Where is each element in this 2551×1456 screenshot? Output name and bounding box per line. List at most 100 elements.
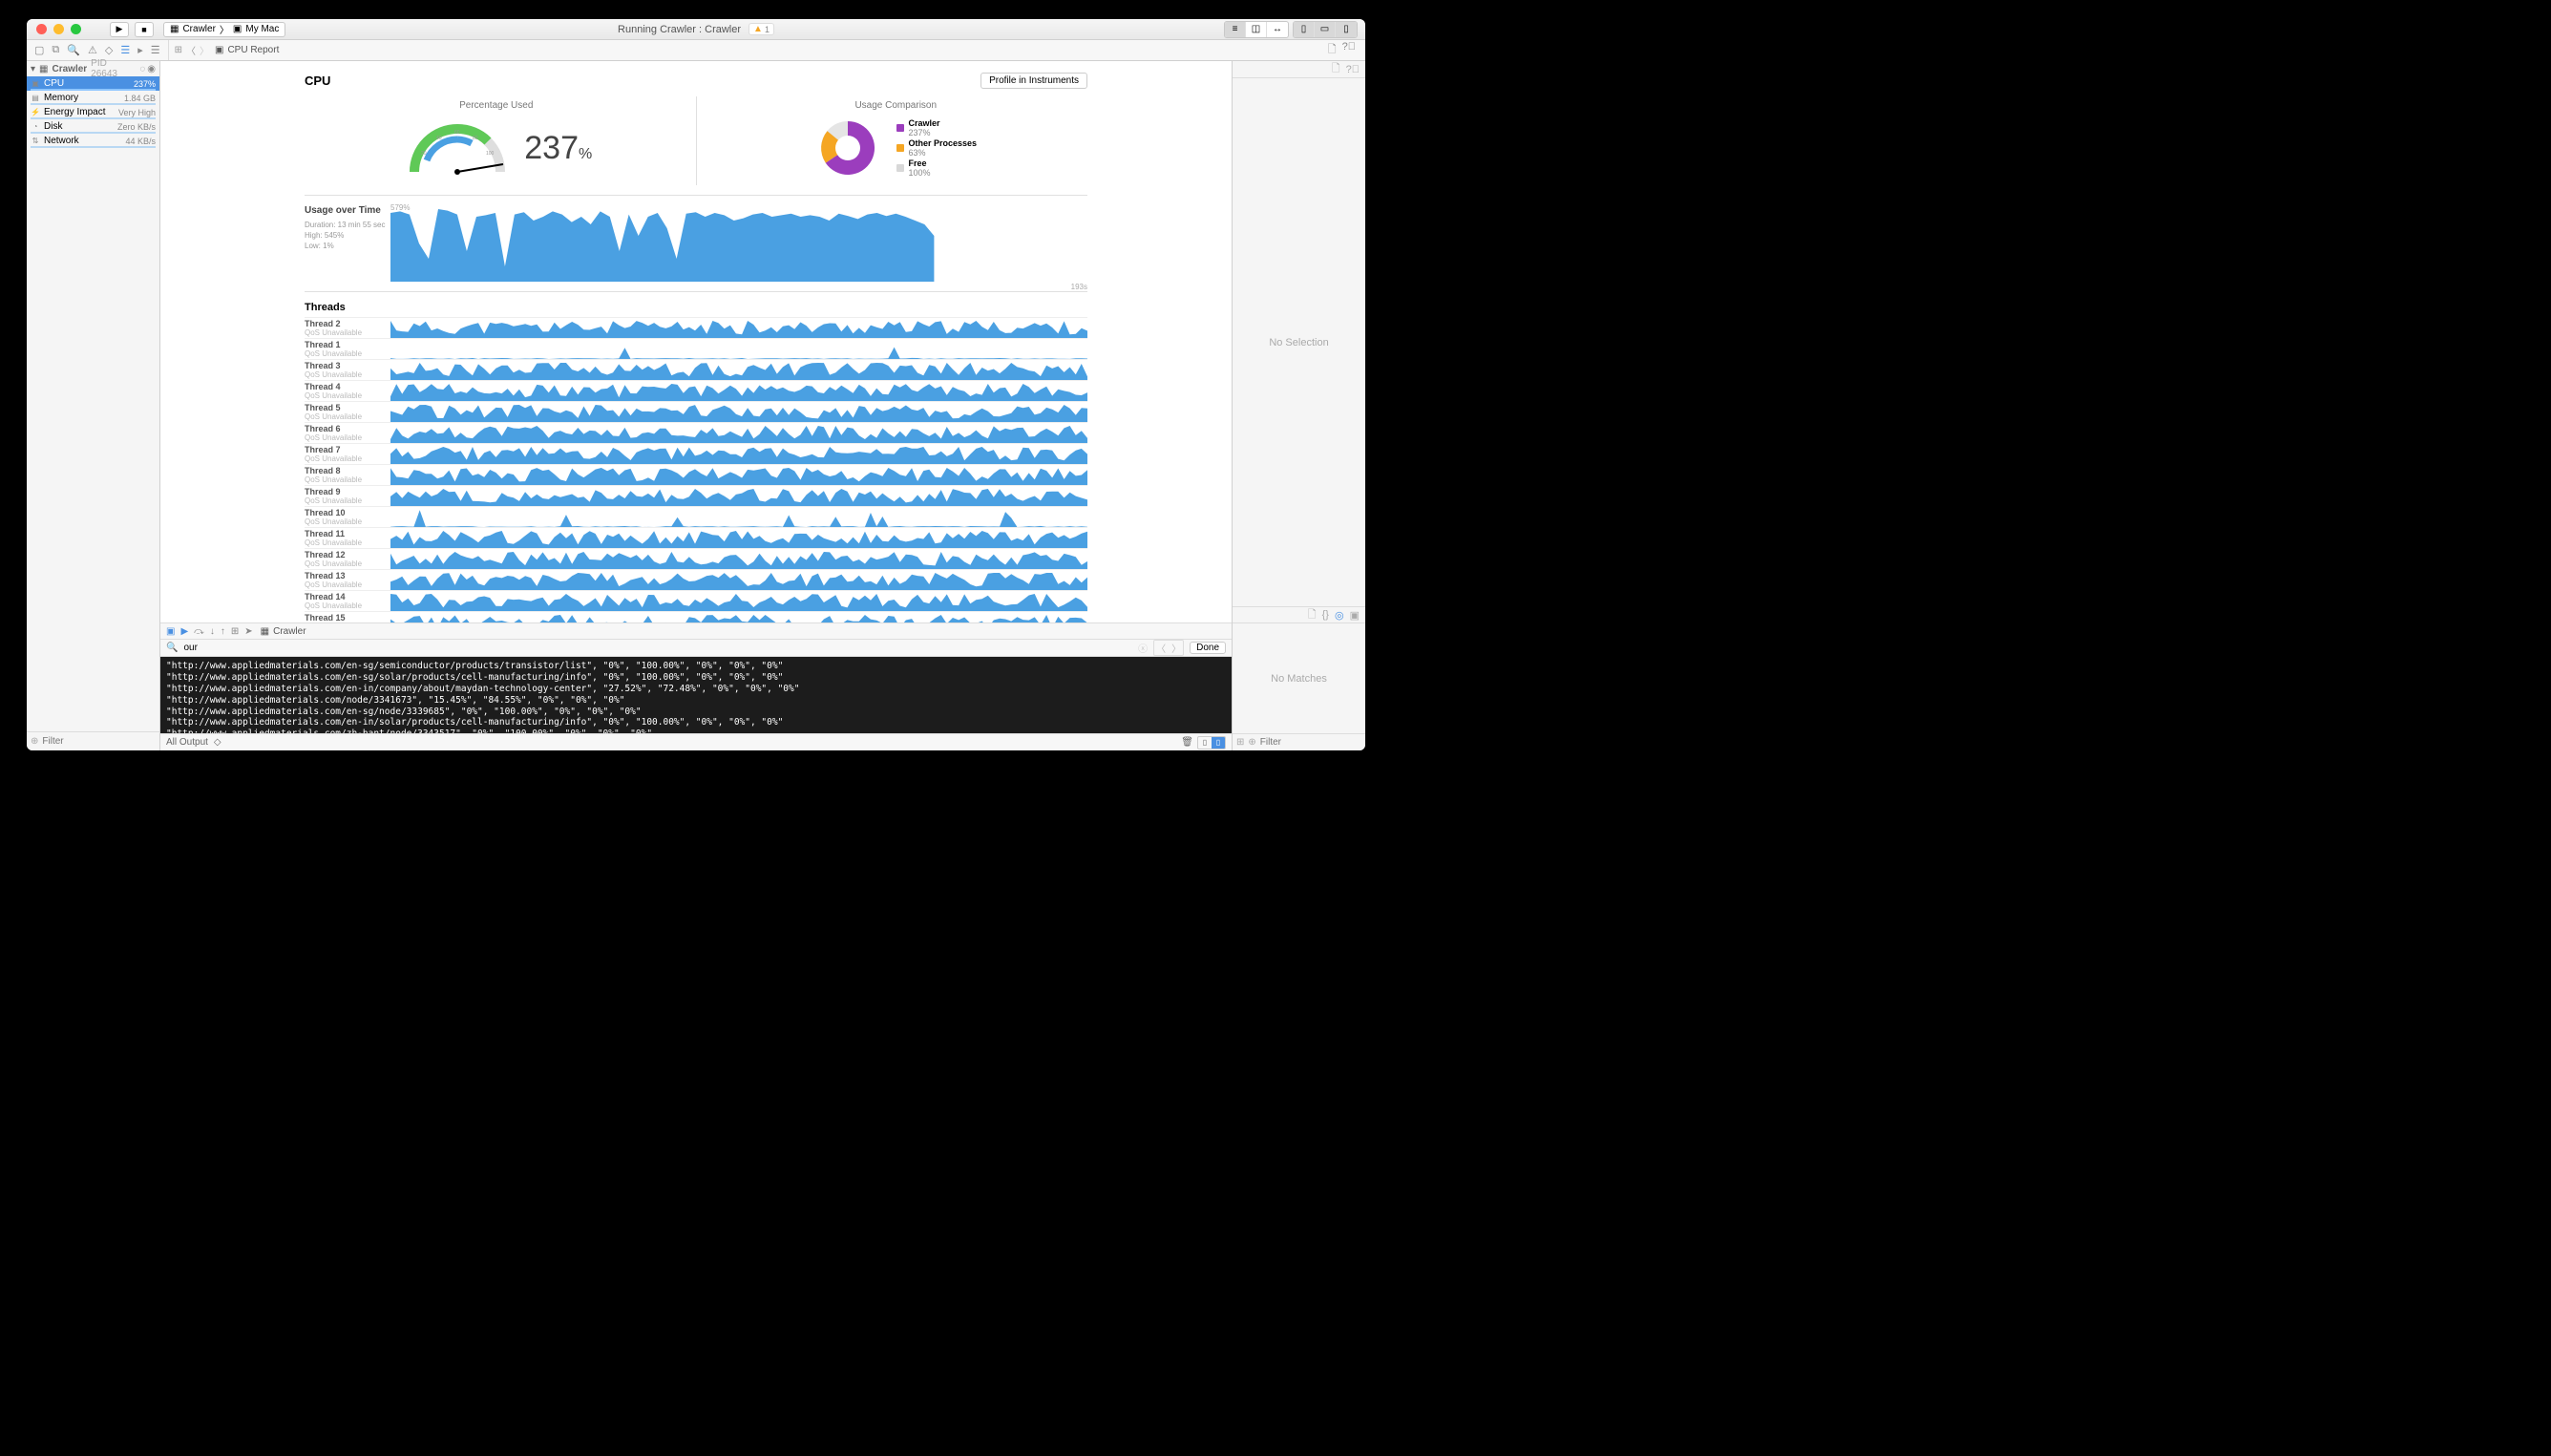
run-button[interactable]: ▶ (110, 22, 129, 37)
report-nav-icon[interactable]: ☰ (151, 44, 160, 56)
issue-nav-icon[interactable]: ⚠ (88, 44, 97, 56)
gauge-memory[interactable]: ▤Memory1.84 GB (27, 91, 159, 105)
library-object-tab[interactable]: ◎ (1335, 609, 1344, 622)
thread-row: Thread 10QoS Unavailable (305, 506, 1087, 527)
thread-row: Thread 8QoS Unavailable (305, 464, 1087, 485)
help-inspector-icon[interactable]: ?⃝ (1342, 41, 1356, 59)
scheme-selector[interactable]: ▦ Crawler 〉 ▣ My Mac (163, 22, 285, 37)
window-minimize-button[interactable] (53, 24, 64, 34)
show-variables-view[interactable]: ▯ (1198, 737, 1212, 749)
breadcrumb-item[interactable]: CPU Report (227, 45, 279, 55)
editor-mode-version[interactable]: ↔ (1267, 22, 1288, 37)
editor-mode-standard[interactable]: ≡ (1225, 22, 1246, 37)
prev-match-button[interactable]: 〈 (1154, 641, 1168, 655)
usage-low: Low: 1% (305, 241, 390, 251)
back-button[interactable]: 〈 (186, 43, 196, 57)
related-items-icon[interactable]: ⊞ (175, 45, 182, 55)
gauge-cpu[interactable]: ▣CPU237% (27, 76, 159, 91)
thread-row: Thread 3QoS Unavailable (305, 359, 1087, 380)
gauge-icon: ◔ (31, 122, 40, 132)
svg-text:20: 20 (421, 151, 427, 157)
trash-icon[interactable]: 🗑 (1181, 737, 1193, 748)
issues-badge[interactable]: ▲1 (748, 23, 774, 35)
library-code-tab[interactable]: {} (1322, 609, 1329, 621)
library-empty-label: No Matches (1271, 673, 1327, 685)
thread-sparkline (390, 384, 1087, 401)
grid-icon[interactable]: ⊞ (1236, 737, 1244, 748)
breakpoint-nav-icon[interactable]: ▸ (137, 44, 143, 56)
thread-row: Thread 15QoS Unavailable (305, 611, 1087, 622)
thread-sparkline (390, 489, 1087, 506)
symbol-nav-icon[interactable]: ⧉ (52, 44, 59, 56)
usage-comparison-label: Usage Comparison (854, 100, 937, 111)
inspector-empty-label: No Selection (1269, 337, 1328, 348)
window-close-button[interactable] (36, 24, 47, 34)
threads-title: Threads (305, 302, 1087, 313)
gauge-icon: ▣ (31, 79, 40, 89)
gauge-disk[interactable]: ◔DiskZero KB/s (27, 119, 159, 134)
toggle-debug-area[interactable]: ▭ (1315, 22, 1336, 37)
thread-row: Thread 4QoS Unavailable (305, 380, 1087, 401)
stop-button[interactable]: ■ (135, 22, 154, 37)
show-console-view[interactable]: ▯ (1212, 737, 1225, 749)
activity-status: Running Crawler : Crawler (618, 24, 741, 35)
scope-chevron-icon[interactable]: ◇ (214, 737, 221, 748)
record-icon[interactable]: ◉ (147, 64, 156, 74)
thread-sparkline (390, 342, 1087, 359)
console-filter-input[interactable] (183, 643, 374, 653)
clear-filter-icon[interactable]: ⓧ (1138, 641, 1148, 655)
location-icon[interactable]: ➤ (244, 626, 252, 637)
window-zoom-button[interactable] (71, 24, 81, 34)
debug-process[interactable]: Crawler (273, 626, 306, 637)
svg-text:80: 80 (473, 136, 478, 141)
app-icon: ▦ (170, 24, 179, 34)
console-output[interactable]: "http://www.appliedmaterials.com/en-sg/s… (160, 657, 1232, 733)
quick-help-tab[interactable]: ?⃝ (1346, 64, 1360, 75)
step-into-icon[interactable]: ↓ (210, 626, 215, 637)
editor-mode-assistant[interactable]: ◫ (1246, 22, 1267, 37)
project-nav-icon[interactable]: ▢ (34, 44, 44, 56)
library-filter-input[interactable] (1260, 737, 1365, 748)
navigator-filter-input[interactable] (42, 736, 168, 747)
svg-text:40: 40 (436, 136, 442, 141)
step-out-icon[interactable]: ↑ (221, 626, 225, 637)
toggle-inspector[interactable]: ▯ (1336, 22, 1357, 37)
toggle-navigator[interactable]: ▯ (1294, 22, 1315, 37)
spinner-icon: ◌ (139, 64, 145, 74)
next-match-button[interactable]: 〉 (1170, 641, 1183, 655)
thread-row: Thread 11QoS Unavailable (305, 527, 1087, 548)
step-over-icon[interactable]: ⤼ (194, 626, 204, 637)
debug-nav-icon[interactable]: ☰ (120, 44, 130, 56)
find-nav-icon[interactable]: 🔍 (67, 44, 80, 56)
percent-used-label: Percentage Used (459, 100, 533, 111)
forward-button[interactable]: 〉 (200, 43, 209, 57)
navigator-tabs: ▢ ⧉ 🔍 ⚠ ◇ ☰ ▸ ☰ (27, 40, 169, 60)
debug-view-icon[interactable]: ⊞ (231, 626, 239, 637)
thread-sparkline (390, 321, 1087, 338)
usage-over-time-chart: 579% 193s (390, 205, 1087, 282)
thread-sparkline (390, 405, 1087, 422)
output-scope[interactable]: All Output (166, 737, 208, 748)
test-nav-icon[interactable]: ◇ (105, 44, 113, 56)
svg-text:100: 100 (486, 151, 495, 157)
usage-high: High: 545% (305, 230, 390, 241)
process-icon: ▦ (261, 626, 269, 637)
svg-text:60: 60 (454, 130, 460, 136)
file-inspector-tab[interactable]: 🗋 (1332, 60, 1340, 78)
profile-in-instruments-button[interactable]: Profile in Instruments (980, 73, 1087, 89)
library-file-tab[interactable]: 🗋 (1308, 606, 1317, 624)
doc-icon: ▣ (215, 45, 223, 55)
device-icon: ▣ (233, 24, 242, 34)
process-name[interactable]: Crawler (52, 64, 87, 74)
file-inspector-icon[interactable]: 🗋 (1328, 41, 1337, 59)
legend-item: Crawler237% (896, 118, 977, 137)
gauge-energy-impact[interactable]: ⚡Energy ImpactVery High (27, 105, 159, 119)
disclosure-icon[interactable]: ▾ (31, 64, 35, 74)
library-media-tab[interactable]: ▣ (1350, 609, 1360, 622)
done-button[interactable]: Done (1190, 642, 1226, 654)
thread-row: Thread 2QoS Unavailable (305, 317, 1087, 338)
usage-comparison-pie (814, 115, 881, 181)
gauge-network[interactable]: ⇅Network44 KB/s (27, 134, 159, 148)
continue-icon[interactable]: ▶ (180, 626, 188, 637)
toggle-breakpoints-icon[interactable]: ▣ (166, 626, 175, 637)
